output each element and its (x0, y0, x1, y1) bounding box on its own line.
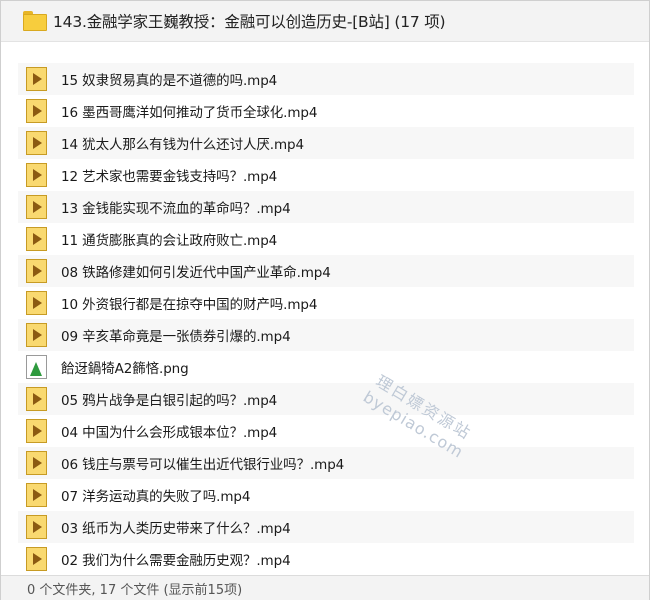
file-row[interactable]: 06 钱庄与票号可以催生出近代银行业吗？.mp4 (18, 447, 634, 479)
file-row[interactable]: 餄迓鍋犄A2籂悋.png (18, 351, 634, 383)
video-file-icon (26, 99, 47, 123)
file-row[interactable]: 16 墨西哥鹰洋如何推动了货币全球化.mp4 (18, 95, 634, 127)
file-row[interactable]: 13 金钱能实现不流血的革命吗？.mp4 (18, 191, 634, 223)
video-file-icon (26, 259, 47, 283)
file-name: 10 外资银行都是在掠夺中国的财产吗.mp4 (61, 297, 318, 313)
video-file-icon (26, 67, 47, 91)
status-text: 0 个文件夹, 17 个文件 (显示前15项) (27, 582, 243, 598)
video-file-icon (26, 195, 47, 219)
file-name: 08 铁路修建如何引发近代中国产业革命.mp4 (61, 265, 331, 281)
file-name: 13 金钱能实现不流血的革命吗？.mp4 (61, 201, 291, 217)
file-row[interactable]: 12 艺术家也需要金钱支持吗？.mp4 (18, 159, 634, 191)
file-row[interactable]: 15 奴隶贸易真的是不道德的吗.mp4 (18, 63, 634, 95)
file-name: 餄迓鍋犄A2籂悋.png (61, 361, 189, 377)
video-file-icon (26, 547, 47, 571)
file-name: 07 洋务运动真的失败了吗.mp4 (61, 489, 251, 505)
file-row[interactable]: 08 铁路修建如何引发近代中国产业革命.mp4 (18, 255, 634, 287)
file-name: 12 艺术家也需要金钱支持吗？.mp4 (61, 169, 278, 185)
file-row[interactable]: 14 犹太人那么有钱为什么还讨人厌.mp4 (18, 127, 634, 159)
video-file-icon (26, 419, 47, 443)
file-name: 16 墨西哥鹰洋如何推动了货币全球化.mp4 (61, 105, 318, 121)
video-file-icon (26, 387, 47, 411)
status-bar: 0 个文件夹, 17 个文件 (显示前15项) (1, 575, 649, 600)
file-row[interactable]: 03 纸币为人类历史带来了什么？.mp4 (18, 511, 634, 543)
file-name: 05 鸦片战争是白银引起的吗？.mp4 (61, 393, 278, 409)
file-row[interactable]: 04 中国为什么会形成银本位？.mp4 (18, 415, 634, 447)
video-file-icon (26, 227, 47, 251)
file-row[interactable]: 05 鸦片战争是白银引起的吗？.mp4 (18, 383, 634, 415)
file-row[interactable]: 09 辛亥革命竟是一张债券引爆的.mp4 (18, 319, 634, 351)
file-name: 03 纸币为人类历史带来了什么？.mp4 (61, 521, 291, 537)
video-file-icon (26, 451, 47, 475)
video-file-icon (26, 131, 47, 155)
file-name: 11 通货膨胀真的会让政府败亡.mp4 (61, 233, 278, 249)
video-file-icon (26, 323, 47, 347)
file-window: 143.金融学家王巍教授：金融可以创造历史-[B站] (17 项) 15 奴隶贸… (0, 0, 650, 600)
file-list: 15 奴隶贸易真的是不道德的吗.mp4 16 墨西哥鹰洋如何推动了货币全球化.mp… (18, 63, 634, 571)
video-file-icon (26, 515, 47, 539)
file-name: 09 辛亥革命竟是一张债券引爆的.mp4 (61, 329, 291, 345)
folder-header: 143.金融学家王巍教授：金融可以创造历史-[B站] (17 项) (1, 1, 649, 42)
folder-icon (23, 11, 47, 31)
file-row[interactable]: 02 我们为什么需要金融历史观？.mp4 (18, 543, 634, 571)
file-name: 04 中国为什么会形成银本位？.mp4 (61, 425, 278, 441)
image-file-icon (26, 355, 47, 379)
file-row[interactable]: 07 洋务运动真的失败了吗.mp4 (18, 479, 634, 511)
file-row[interactable]: 10 外资银行都是在掠夺中国的财产吗.mp4 (18, 287, 634, 319)
folder-title: 143.金融学家王巍教授：金融可以创造历史-[B站] (17 项) (53, 13, 446, 31)
video-file-icon (26, 291, 47, 315)
file-name: 06 钱庄与票号可以催生出近代银行业吗？.mp4 (61, 457, 345, 473)
file-name: 14 犹太人那么有钱为什么还讨人厌.mp4 (61, 137, 304, 153)
file-row[interactable]: 11 通货膨胀真的会让政府败亡.mp4 (18, 223, 634, 255)
file-name: 02 我们为什么需要金融历史观？.mp4 (61, 553, 291, 569)
video-file-icon (26, 483, 47, 507)
video-file-icon (26, 163, 47, 187)
file-name: 15 奴隶贸易真的是不道德的吗.mp4 (61, 73, 278, 89)
